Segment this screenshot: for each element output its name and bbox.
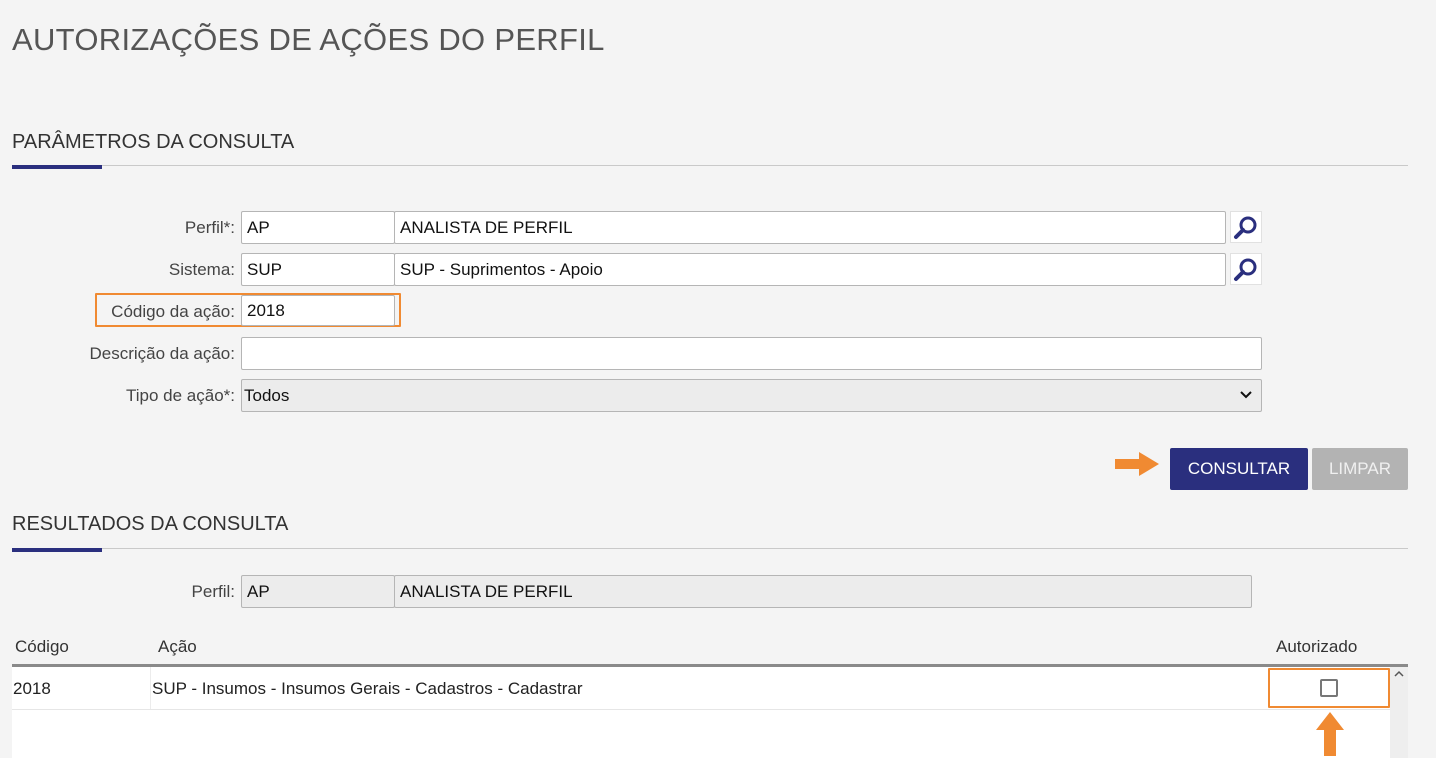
chevron-down-icon [1240, 391, 1252, 399]
magnifier-icon [1234, 216, 1257, 239]
sistema-description-input[interactable]: SUP - Suprimentos - Apoio [394, 253, 1226, 286]
limpar-button[interactable]: LIMPAR [1312, 448, 1408, 490]
magnifier-icon [1234, 258, 1257, 281]
sistema-label: Sistema: [168, 260, 235, 279]
params-section-title: PARÂMETROS DA CONSULTA [12, 131, 295, 153]
autorizado-checkbox[interactable] [1320, 679, 1338, 697]
perfil-code-input[interactable]: AP [241, 211, 395, 244]
descricao-acao-input[interactable] [241, 337, 1262, 370]
codigo-acao-input[interactable]: 2018 [241, 295, 395, 326]
column-header-acao[interactable]: Ação [158, 637, 197, 657]
params-section-divider [12, 165, 1408, 166]
codigo-acao-label: Código da ação: [111, 302, 235, 321]
perfil-search-button[interactable] [1230, 211, 1262, 243]
tipo-acao-select[interactable]: Todos [241, 379, 1262, 412]
results-section-divider [12, 548, 1408, 549]
page-title: AUTORIZAÇÕES DE AÇÕES DO PERFIL [12, 22, 605, 57]
params-section-accent [12, 165, 102, 169]
sistema-search-button[interactable] [1230, 253, 1262, 285]
consultar-button[interactable]: CONSULTAR [1170, 448, 1308, 490]
row-acao: SUP - Insumos - Insumos Gerais - Cadastr… [152, 679, 583, 698]
column-header-codigo[interactable]: Código [15, 637, 69, 657]
sistema-code-input[interactable]: SUP [241, 253, 395, 286]
arrow-right-icon [1115, 452, 1159, 476]
column-divider [150, 667, 151, 709]
table-scrollbar[interactable] [1390, 667, 1408, 758]
row-codigo: 2018 [13, 679, 51, 698]
row-divider [12, 709, 1390, 710]
perfil-description-input[interactable]: ANALISTA DE PERFIL [394, 211, 1226, 244]
arrow-up-icon [1316, 712, 1344, 756]
results-perfil-code: AP [241, 575, 395, 608]
results-perfil-description: ANALISTA DE PERFIL [394, 575, 1252, 608]
tipo-acao-selected: Todos [244, 386, 290, 405]
perfil-label: Perfil*: [184, 218, 235, 237]
scroll-up-icon[interactable] [1390, 667, 1408, 681]
results-section-accent [12, 548, 102, 552]
column-header-autorizado[interactable]: Autorizado [1276, 637, 1357, 657]
tipo-acao-label: Tipo de ação*: [126, 386, 235, 405]
descricao-acao-label: Descrição da ação: [89, 344, 235, 363]
results-section-title: RESULTADOS DA CONSULTA [12, 513, 289, 535]
results-perfil-label: Perfil: [191, 582, 235, 601]
